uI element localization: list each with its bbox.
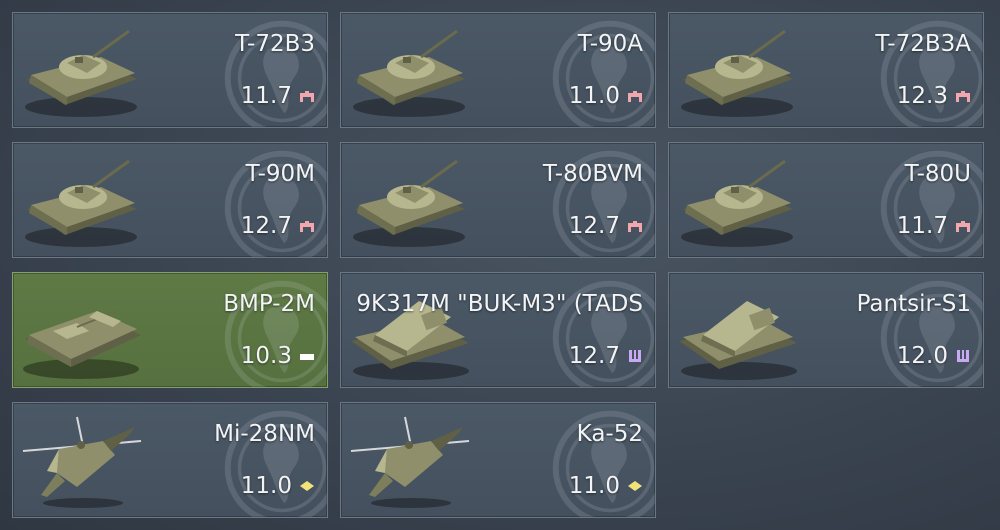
vehicle-card[interactable]: Ka-52 11.0 <box>340 402 656 518</box>
vehicle-name: Pantsir-S1 <box>856 291 971 317</box>
vehicle-card[interactable]: T-80BVM 12.7 <box>340 142 656 258</box>
battle-rating: 12.7 <box>241 213 315 239</box>
battle-rating-value: 12.7 <box>568 343 620 369</box>
vehicle-image <box>350 416 470 508</box>
vehicle-card[interactable]: T-90A 11.0 <box>340 12 656 128</box>
vehicle-name: T-90A <box>577 31 643 57</box>
vehicle-image <box>353 29 465 117</box>
vehicle-card[interactable]: T-72B3 11.7 <box>12 12 328 128</box>
helicopter-icon <box>300 481 314 491</box>
vehicle-name: T-72B3A <box>875 31 971 57</box>
battle-rating: 11.7 <box>897 213 971 239</box>
vehicle-image <box>23 310 141 379</box>
battle-rating: 12.3 <box>897 83 971 109</box>
vehicle-image <box>25 159 137 247</box>
light-tank-icon <box>300 354 314 360</box>
battle-rating: 11.7 <box>241 83 315 109</box>
tank-icon <box>956 91 970 102</box>
battle-rating-value: 10.3 <box>240 343 292 369</box>
battle-rating: 11.0 <box>569 83 643 109</box>
vehicle-image <box>681 29 793 117</box>
battle-rating: 11.0 <box>569 473 643 499</box>
vehicle-name: 9K317M "BUK-M3" (TADS <box>356 291 643 317</box>
tank-icon <box>300 91 314 102</box>
spaa-icon <box>957 350 969 362</box>
vehicle-card[interactable]: 9K317M "BUK-M3" (TADS 12.7 <box>340 272 656 388</box>
battle-rating-value: 11.7 <box>240 83 292 109</box>
battle-rating-value: 12.7 <box>568 213 620 239</box>
vehicle-card[interactable]: Mi-28NM 11.0 <box>12 402 328 518</box>
battle-rating-value: 12.3 <box>896 83 948 109</box>
battle-rating: 10.3 <box>241 343 315 369</box>
battle-rating-value: 11.0 <box>568 473 620 499</box>
vehicle-card[interactable]: BMP-2M 10.3 <box>12 272 328 388</box>
vehicle-image <box>353 159 465 247</box>
battle-rating-value: 11.0 <box>568 83 620 109</box>
battle-rating: 12.0 <box>897 343 971 369</box>
tank-icon <box>628 91 642 102</box>
tank-icon <box>300 221 314 232</box>
vehicle-name: BMP-2M <box>223 291 315 317</box>
tank-icon <box>628 221 642 232</box>
vehicle-name: T-80BVM <box>542 161 643 187</box>
vehicle-card[interactable]: Pantsir-S1 12.0 <box>668 272 984 388</box>
vehicle-image <box>679 301 797 380</box>
vehicle-name: Mi-28NM <box>214 421 315 447</box>
vehicle-grid: T-72B3 11.7 T-90A 11.0 T-72B3A 12.3 T-90… <box>0 0 1000 530</box>
battle-rating: 11.0 <box>241 473 315 499</box>
battle-rating: 12.7 <box>569 343 643 369</box>
vehicle-name: Ka-52 <box>576 421 643 447</box>
vehicle-image <box>25 29 137 117</box>
battle-rating-value: 11.7 <box>896 213 948 239</box>
battle-rating: 12.7 <box>569 213 643 239</box>
vehicle-image <box>22 416 142 508</box>
battle-rating-value: 11.0 <box>240 473 292 499</box>
spaa-icon <box>629 350 641 362</box>
vehicle-image <box>681 159 793 247</box>
vehicle-card[interactable]: T-80U 11.7 <box>668 142 984 258</box>
vehicle-card[interactable]: T-90M 12.7 <box>12 142 328 258</box>
vehicle-name: T-72B3 <box>235 31 315 57</box>
helicopter-icon <box>628 481 642 491</box>
vehicle-card[interactable]: T-72B3A 12.3 <box>668 12 984 128</box>
battle-rating-value: 12.0 <box>896 343 948 369</box>
vehicle-name: T-80U <box>904 161 971 187</box>
tank-icon <box>956 221 970 232</box>
battle-rating-value: 12.7 <box>240 213 292 239</box>
vehicle-name: T-90M <box>245 161 315 187</box>
